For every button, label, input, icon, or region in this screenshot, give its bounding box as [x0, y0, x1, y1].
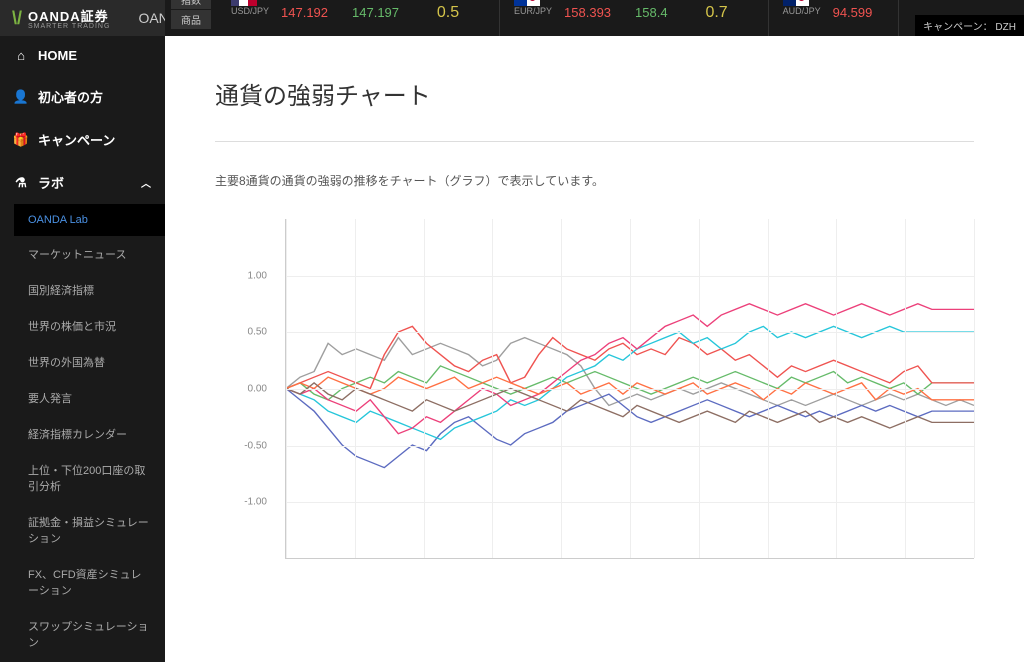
page-title: 通貨の強弱チャート — [215, 76, 974, 111]
nav-flask[interactable]: ⚗ ラボ ︿ — [0, 161, 165, 204]
ticker-item-AUD/JPY[interactable]: AUD/JPY 売り 94.599 — [769, 0, 900, 36]
home-icon: ⌂ — [14, 49, 28, 63]
buy-value: 147.197 — [352, 5, 399, 20]
sidebar: ⌂ HOME 👤 初心者の方 🎁 キャンペーン ⚗ ラボ ︿ OANDA Labマーケットニュー… — [0, 36, 165, 662]
sidebar-item[interactable]: スワップシミュレーション — [14, 608, 165, 660]
nav-label: HOME — [38, 48, 77, 63]
nav-label: キャンペーン — [38, 130, 115, 149]
pair-label: EUR/JPY — [514, 6, 552, 16]
logo-icon: \/ — [12, 8, 22, 29]
y-tick: 0.50 — [248, 327, 267, 338]
ticker-tab-指数[interactable]: 指数 — [171, 0, 211, 9]
sidebar-item[interactable]: 要人発言 — [14, 380, 165, 416]
brand-logo[interactable]: \/ OANDA証券 SMARTER TRADING — [12, 6, 110, 30]
grid-line — [355, 219, 356, 558]
nav-home[interactable]: ⌂ HOME — [0, 36, 165, 75]
sell-label: 売り — [564, 0, 611, 1]
sidebar-item[interactable]: 証拠金・損益シミュレーション — [14, 504, 165, 556]
nav-gift[interactable]: 🎁 キャンペーン — [0, 118, 165, 161]
sidebar-item[interactable]: 世界の株価と市況 — [14, 308, 165, 344]
chevron-up-icon: ︿ — [141, 175, 151, 190]
buy-label: 買い — [352, 0, 399, 1]
pair-label: USD/JPY — [231, 6, 269, 16]
buy-label: 買い — [635, 0, 668, 1]
sidebar-item[interactable]: 上位・下位200口座の取引分析 — [14, 452, 165, 504]
grid-line — [836, 219, 837, 558]
buy-value: 158.4 — [635, 5, 668, 20]
sell-label: 売り — [281, 0, 328, 1]
divider — [215, 141, 974, 142]
ticker-item-EUR/JPY[interactable]: EUR/JPY売り158.393買い158.4スプレッド0.7 — [500, 0, 769, 36]
sidebar-item[interactable]: 世界の外国為替 — [14, 344, 165, 380]
sell-label: 売り — [833, 0, 873, 1]
grid-line — [492, 219, 493, 558]
grid-line — [424, 219, 425, 558]
sidebar-item[interactable]: 国別経済指標 — [14, 272, 165, 308]
nav-label: ラボ — [38, 173, 64, 192]
nav-label: 初心者の方 — [38, 87, 103, 106]
sell-value: 94.599 — [833, 5, 873, 20]
ticker-bar: FX指数商品 USD/JPY売り147.192買い147.197スプレッド0.5… — [165, 0, 1024, 36]
ticker-item-USD/JPY[interactable]: USD/JPY売り147.192買い147.197スプレッド0.5 — [217, 0, 500, 36]
sidebar-item[interactable]: FX、CFD資産シミュレーション — [14, 556, 165, 608]
campaign-strip[interactable]: キャンペーン： DZH — [915, 15, 1024, 36]
ticker-tab-商品[interactable]: 商品 — [171, 10, 211, 29]
currency-strength-chart: 1.00 0.50 0.00 -0.50 -1.00 — [245, 219, 974, 559]
spread-value: 0.5 — [423, 4, 473, 22]
sidebar-item[interactable]: 経済指標カレンダー — [14, 416, 165, 452]
flag-icon — [514, 0, 540, 6]
page-description: 主要8通貨の通貨の強弱の推移をチャート（グラフ）で表示しています。 — [215, 172, 974, 189]
flag-icon — [231, 0, 257, 6]
brand-sub: SMARTER TRADING — [28, 23, 110, 30]
grid-line — [974, 219, 975, 558]
gift-icon: 🎁 — [14, 133, 28, 147]
y-tick: 1.00 — [248, 270, 267, 281]
flag-icon — [783, 0, 809, 6]
y-tick: 0.00 — [248, 384, 267, 395]
sidebar-item[interactable]: マーケットニュース — [14, 236, 165, 272]
pair-label: AUD/JPY — [783, 6, 821, 16]
ticker-tabs: FX指数商品 — [165, 0, 217, 36]
main-content: 通貨の強弱チャート 主要8通貨の通貨の強弱の推移をチャート（グラフ）で表示してい… — [165, 36, 1024, 662]
grid-line — [286, 219, 287, 558]
y-tick: -0.50 — [244, 440, 267, 451]
flask-icon: ⚗ — [14, 176, 28, 190]
sell-value: 158.393 — [564, 5, 611, 20]
grid-line — [905, 219, 906, 558]
sell-value: 147.192 — [281, 5, 328, 20]
y-tick: -1.00 — [244, 497, 267, 508]
grid-line — [699, 219, 700, 558]
user-icon: 👤 — [14, 90, 28, 104]
grid-line — [630, 219, 631, 558]
grid-line — [768, 219, 769, 558]
grid-line — [561, 219, 562, 558]
nav-user[interactable]: 👤 初心者の方 — [0, 75, 165, 118]
spread-value: 0.7 — [692, 4, 742, 22]
sidebar-item[interactable]: OANDA Lab — [14, 204, 165, 236]
